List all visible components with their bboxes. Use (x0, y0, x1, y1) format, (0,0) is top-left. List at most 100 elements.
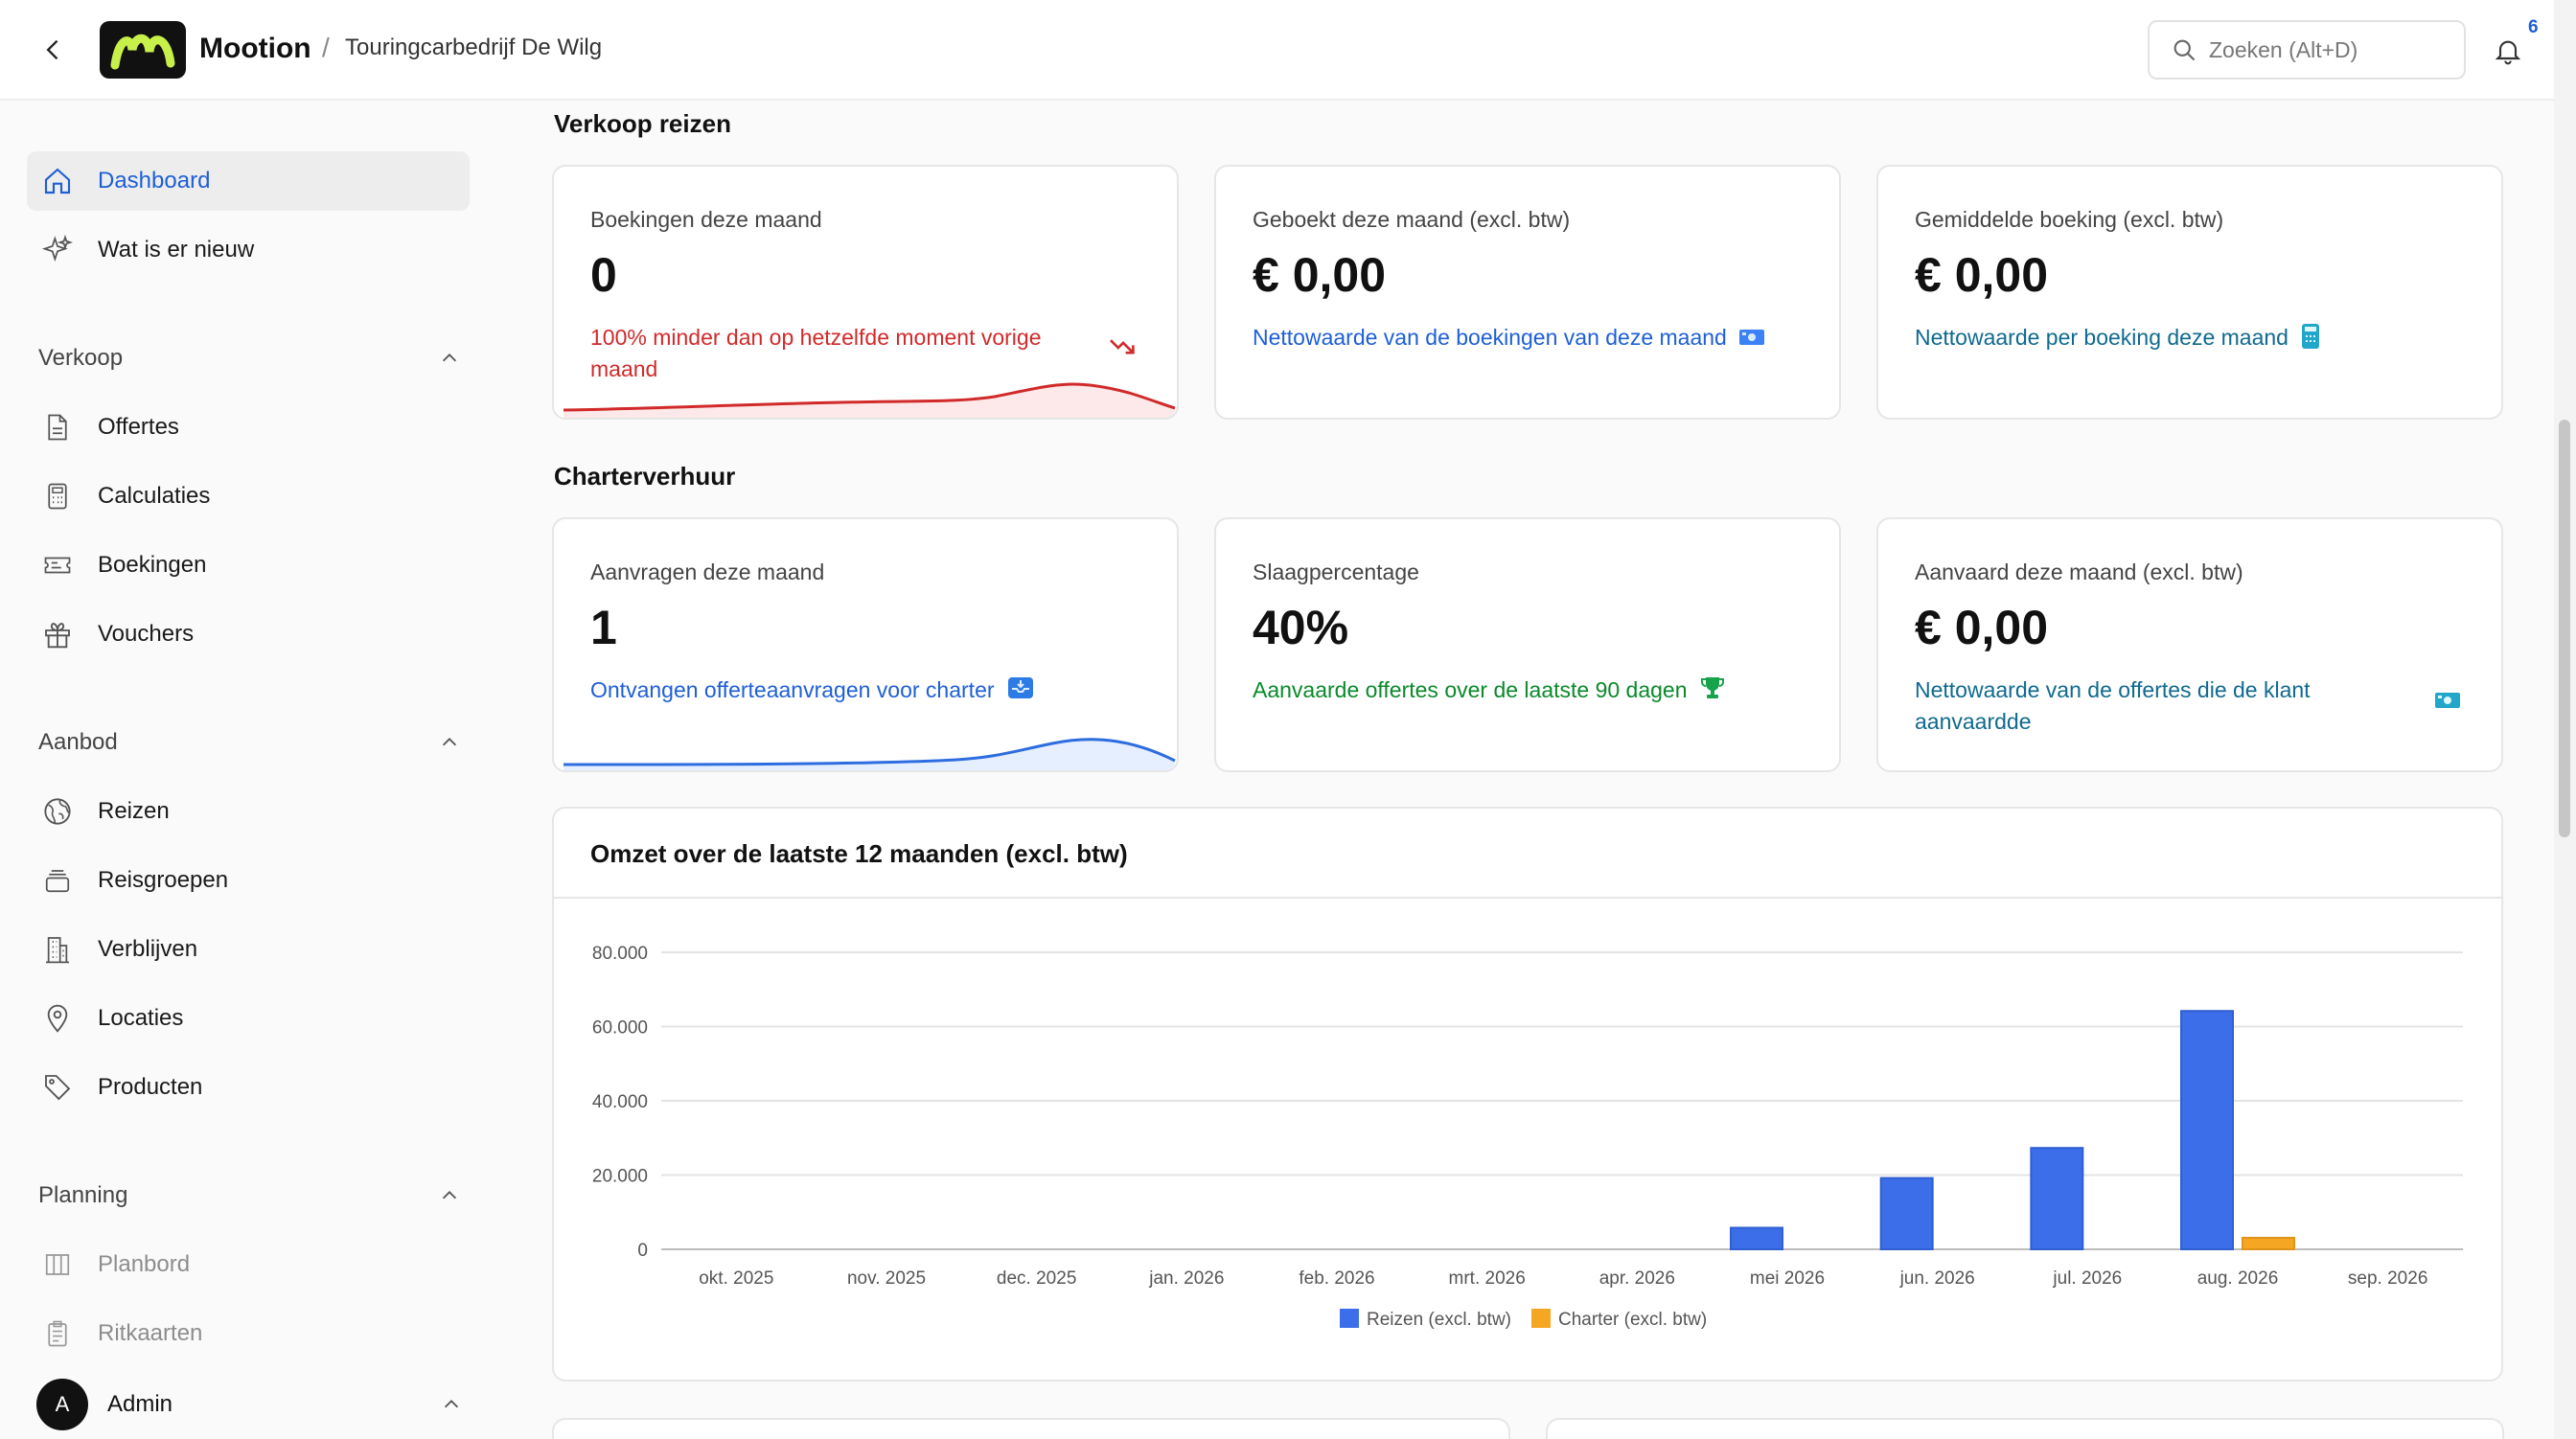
y-tick-label: 40.000 (592, 1092, 648, 1112)
sidebar-item-planbord[interactable]: Planbord (27, 1235, 470, 1294)
x-tick-label: feb. 2026 (1299, 1268, 1374, 1289)
scrollbar-thumb[interactable] (2559, 420, 2570, 837)
sidebar-item-reizen[interactable]: Reizen (27, 782, 470, 841)
inbox-icon (1007, 677, 1033, 698)
kpi-label: Gemiddelde boeking (excl. btw) (1915, 207, 2224, 232)
sidebar-item-label: Verblijven (98, 936, 198, 962)
x-tick-label: aug. 2026 (2197, 1268, 2279, 1289)
search-input[interactable] (2209, 36, 2449, 63)
kpi-note: Aanvaarde offertes over de laatste 90 da… (1253, 674, 1726, 706)
search-box[interactable] (2148, 20, 2466, 80)
bar-reizen (2030, 1147, 2084, 1250)
kpi-value: 0 (590, 248, 617, 302)
y-tick-label: 20.000 (592, 1167, 648, 1187)
kpi-note-text: Aanvaarde offertes over de laatste 90 da… (1253, 677, 1688, 702)
sidebar-item-label: Planbord (98, 1251, 191, 1277)
legend-swatch (1340, 1309, 1359, 1328)
breadcrumb-org[interactable]: Touringcarbedrijf De Wilg (345, 34, 602, 61)
chevron-up-icon (442, 1191, 457, 1199)
breadcrumb-separator: / (322, 33, 330, 62)
kpi-card-booked-value[interactable]: Geboekt deze maand (excl. btw) € 0,00 Ne… (1214, 165, 1841, 420)
kpi-label: Slaagpercentage (1253, 560, 1419, 584)
kpi-note-text: Nettowaarde per boeking deze maand (1915, 325, 2288, 350)
kpi-value: € 0,00 (1253, 248, 1387, 302)
sidebar-item-label: Wat is er nieuw (98, 237, 255, 263)
kpi-label: Geboekt deze maand (excl. btw) (1253, 207, 1571, 232)
kpi-card-requests[interactable]: Aanvragen deze maand 1 Ontvangen offerte… (552, 517, 1179, 772)
sidebar-item-calculaties[interactable]: Calculaties (27, 467, 470, 526)
sidebar-item-vouchers[interactable]: Vouchers (27, 605, 470, 664)
sidebar-item-label: Offertes (98, 414, 179, 440)
sidebar-item-boekingen[interactable]: Boekingen (27, 536, 470, 595)
trophy-icon (1700, 677, 1724, 698)
home-icon (40, 164, 75, 198)
kpi-note: 100% minder dan op hetzelfde moment vori… (590, 325, 1042, 381)
sidebar-item-label: Calculaties (98, 483, 211, 509)
bottom-card-left (552, 1418, 1510, 1439)
x-tick-label: sep. 2026 (2348, 1268, 2427, 1289)
kpi-card-average-booking[interactable]: Gemiddelde boeking (excl. btw) € 0,00 Ne… (1876, 165, 2503, 420)
back-button[interactable] (34, 31, 73, 69)
section-title-charter: Charterverhuur (554, 462, 736, 491)
sidebar-item-label: Vouchers (98, 621, 195, 647)
sidebar-item-whats-new[interactable]: Wat is er nieuw (27, 220, 470, 280)
mootion-logo[interactable] (100, 21, 186, 79)
ticket-icon (40, 548, 75, 582)
sidebar-item-label: Reizen (98, 798, 170, 824)
bar-reizen (1879, 1176, 1934, 1251)
chevron-up-icon (444, 1400, 459, 1408)
y-tick-label: 80.000 (592, 944, 648, 964)
logo-mark-icon (110, 34, 175, 70)
x-tick-label: nov. 2025 (847, 1268, 926, 1289)
building-icon (40, 932, 75, 967)
clipboard-icon (40, 1316, 75, 1351)
sidebar-item-dashboard[interactable]: Dashboard (27, 151, 470, 211)
kpi-label: Boekingen deze maand (590, 207, 822, 232)
pin-icon (40, 1001, 75, 1036)
legend-label: Charter (excl. btw) (1558, 1310, 1707, 1330)
sidebar-item-offertes[interactable]: Offertes (27, 398, 470, 457)
user-name: Admin (107, 1391, 173, 1417)
sidebar-item-label: Locaties (98, 1005, 184, 1031)
sidebar-item-label: Reisgroepen (98, 867, 229, 893)
y-tick-label: 60.000 (592, 1018, 648, 1039)
gift-icon (40, 617, 75, 651)
section-toggle-aanbod[interactable]: Aanbod (38, 723, 460, 762)
sidebar-item-producten[interactable]: Producten (27, 1058, 470, 1117)
search-icon (2174, 39, 2196, 61)
sidebar-item-reisgroepen[interactable]: Reisgroepen (27, 851, 470, 910)
brand-name[interactable]: Mootion (199, 33, 311, 65)
x-tick-label: jun. 2026 (1899, 1268, 1975, 1289)
section-toggle-planning[interactable]: Planning (38, 1176, 460, 1215)
stack-icon (40, 863, 75, 898)
sparkline-chart (563, 738, 1176, 770)
kpi-card-accepted-value[interactable]: Aanvaard deze maand (excl. btw) € 0,00 N… (1876, 517, 2503, 772)
section-toggle-verkoop[interactable]: Verkoop (38, 339, 460, 377)
trending-down-icon (1110, 339, 1135, 354)
sidebar-item-locaties[interactable]: Locaties (27, 989, 470, 1048)
x-tick-label: mrt. 2026 (1449, 1268, 1526, 1289)
sidebar-item-ritkaarten[interactable]: Ritkaarten (27, 1304, 470, 1363)
kpi-value: 40% (1253, 601, 1349, 654)
user-menu[interactable]: A Admin (36, 1377, 462, 1432)
legend-label: Reizen (excl. btw) (1367, 1310, 1511, 1330)
chevron-left-icon (46, 39, 58, 60)
legend-swatch (1531, 1309, 1551, 1328)
y-tick-label: 0 (637, 1241, 648, 1261)
top-bar: Mootion / Touringcarbedrijf De Wilg 6 (0, 0, 2554, 101)
x-tick-label: mei 2026 (1750, 1268, 1825, 1289)
money-icon (1739, 330, 1765, 345)
sidebar-item-label: Boekingen (98, 552, 207, 578)
avatar: A (36, 1379, 88, 1430)
kpi-card-bookings[interactable]: Boekingen deze maand 0 100% minder dan o… (552, 165, 1179, 420)
notification-count: 6 (2528, 17, 2539, 37)
kpi-value: € 0,00 (1915, 601, 2049, 654)
sidebar-item-label: Ritkaarten (98, 1320, 203, 1346)
kpi-note: Nettowaarde van de boekingen van deze ma… (1253, 322, 1767, 354)
calculator-icon (40, 479, 75, 514)
sidebar-item-verblijven[interactable]: Verblijven (27, 920, 470, 979)
section-title: Aanbod (38, 729, 118, 755)
kpi-card-success-rate[interactable]: Slaagpercentage 40% Aanvaarde offertes o… (1214, 517, 1841, 772)
notifications-button[interactable] (2488, 31, 2528, 71)
money-icon (2435, 693, 2460, 708)
